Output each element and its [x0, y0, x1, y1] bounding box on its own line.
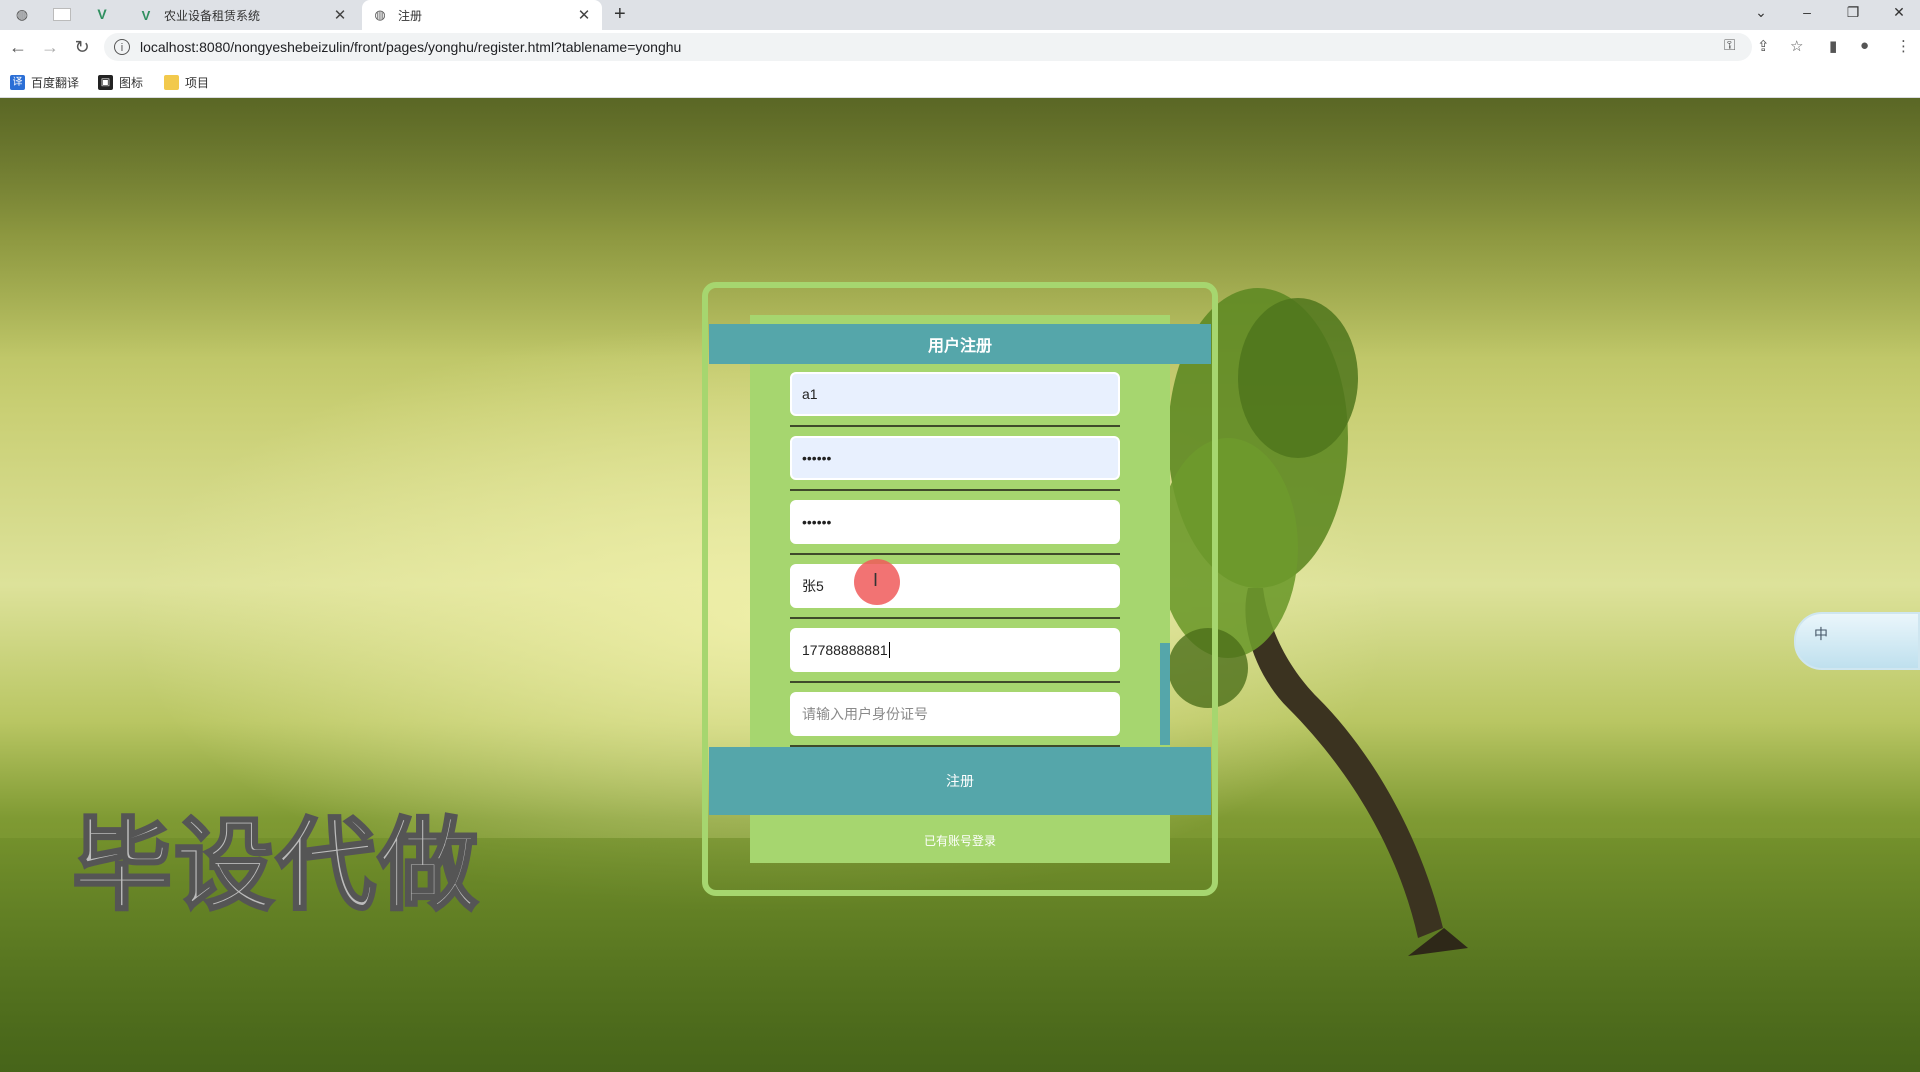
pinned-tab[interactable]: V — [82, 0, 122, 28]
divider — [790, 489, 1120, 491]
translate-icon: 译 — [10, 75, 25, 90]
text-caret — [888, 642, 890, 658]
globe-icon: ◍ — [374, 7, 386, 22]
key-icon[interactable]: ⚿ — [1724, 37, 1735, 54]
forward-icon[interactable]: → — [38, 37, 62, 58]
restore-icon[interactable]: ❐ — [1838, 4, 1868, 21]
tab-title: 农业设备租赁系统 — [164, 8, 261, 23]
reload-icon[interactable]: ↻ — [70, 37, 94, 58]
tab-bar: ◍ V V 农业设备租赁系统 ✕ ◍ 注册 ✕ + ⌄ – ❐ ✕ — [0, 0, 1920, 30]
folder-icon — [164, 75, 179, 90]
site-info-icon[interactable]: i — [114, 39, 130, 55]
form-title: 用户注册 — [927, 338, 992, 355]
tab-active[interactable]: ◍ 注册 ✕ — [362, 0, 602, 30]
close-icon[interactable]: ✕ — [332, 6, 348, 24]
blank-page-icon — [53, 7, 71, 21]
globe-icon: ◍ — [15, 5, 29, 22]
phone-value: 17788888881 — [802, 642, 888, 658]
address-bar[interactable]: i localhost:8080/nongyeshebeizulin/front… — [104, 33, 1752, 61]
bookmarks-bar: 译 百度翻译 ▣ 图标 项目 — [0, 66, 1920, 98]
bookmark-label: 百度翻译 — [31, 76, 80, 90]
accent-strip — [1160, 643, 1170, 745]
register-button[interactable]: 注册 — [709, 747, 1211, 815]
url-text: localhost:8080/nongyeshebeizulin/front/p… — [140, 39, 682, 55]
tree-image — [1168, 288, 1468, 956]
minimize-icon[interactable]: – — [1792, 4, 1822, 20]
pinned-tab[interactable] — [42, 0, 82, 28]
back-icon[interactable]: ← — [6, 37, 30, 58]
id-number-input[interactable]: 请输入用户身份证号 — [790, 692, 1120, 736]
ime-label: 中 — [1814, 626, 1828, 642]
login-link[interactable]: 已有账号登录 — [750, 832, 1170, 850]
account-input[interactable]: a1 — [790, 372, 1120, 416]
image-icon: ▣ — [98, 75, 113, 90]
star-icon[interactable]: ☆ — [1790, 37, 1803, 55]
close-icon[interactable]: ✕ — [576, 6, 592, 24]
bookmark-project[interactable]: 项目 — [164, 74, 209, 91]
password-input[interactable]: •••••• — [790, 436, 1120, 480]
bookmark-icons[interactable]: ▣ 图标 — [98, 74, 143, 91]
share-icon[interactable]: ⇪ — [1757, 37, 1770, 55]
divider — [790, 553, 1120, 555]
tab-search-icon[interactable]: ⌄ — [1746, 4, 1776, 21]
divider — [790, 681, 1120, 683]
bookmark-label: 项目 — [185, 76, 210, 90]
bookmark-label: 图标 — [119, 76, 144, 90]
side-panel-icon[interactable]: ▮ — [1829, 37, 1837, 55]
text-cursor-icon: I — [873, 570, 879, 590]
phone-input[interactable]: 17788888881 — [790, 628, 1120, 672]
vue-icon: V — [141, 7, 151, 23]
watermark-text: 毕设代做 — [71, 806, 480, 926]
confirm-password-input[interactable]: •••••• — [790, 500, 1120, 544]
menu-icon[interactable]: ⋮ — [1896, 37, 1911, 55]
vue-icon: V — [97, 6, 107, 22]
username-input[interactable]: 张5 — [790, 564, 1120, 608]
form-header: 用户注册 — [709, 324, 1211, 364]
ime-widget[interactable]: 中 — [1794, 612, 1920, 670]
window-close-icon[interactable]: ✕ — [1884, 4, 1914, 21]
divider — [790, 425, 1120, 427]
address-toolbar: ← → ↻ i localhost:8080/nongyeshebeizulin… — [0, 30, 1920, 66]
bookmark-baidu-translate[interactable]: 译 百度翻译 — [10, 74, 79, 91]
pinned-tab[interactable]: ◍ — [2, 0, 42, 28]
divider — [790, 617, 1120, 619]
profile-icon[interactable]: ● — [1860, 37, 1869, 54]
tab-title: 注册 — [398, 8, 423, 23]
new-tab-icon[interactable]: + — [614, 3, 626, 26]
tab-inactive[interactable]: V 农业设备租赁系统 ✕ — [128, 0, 358, 30]
